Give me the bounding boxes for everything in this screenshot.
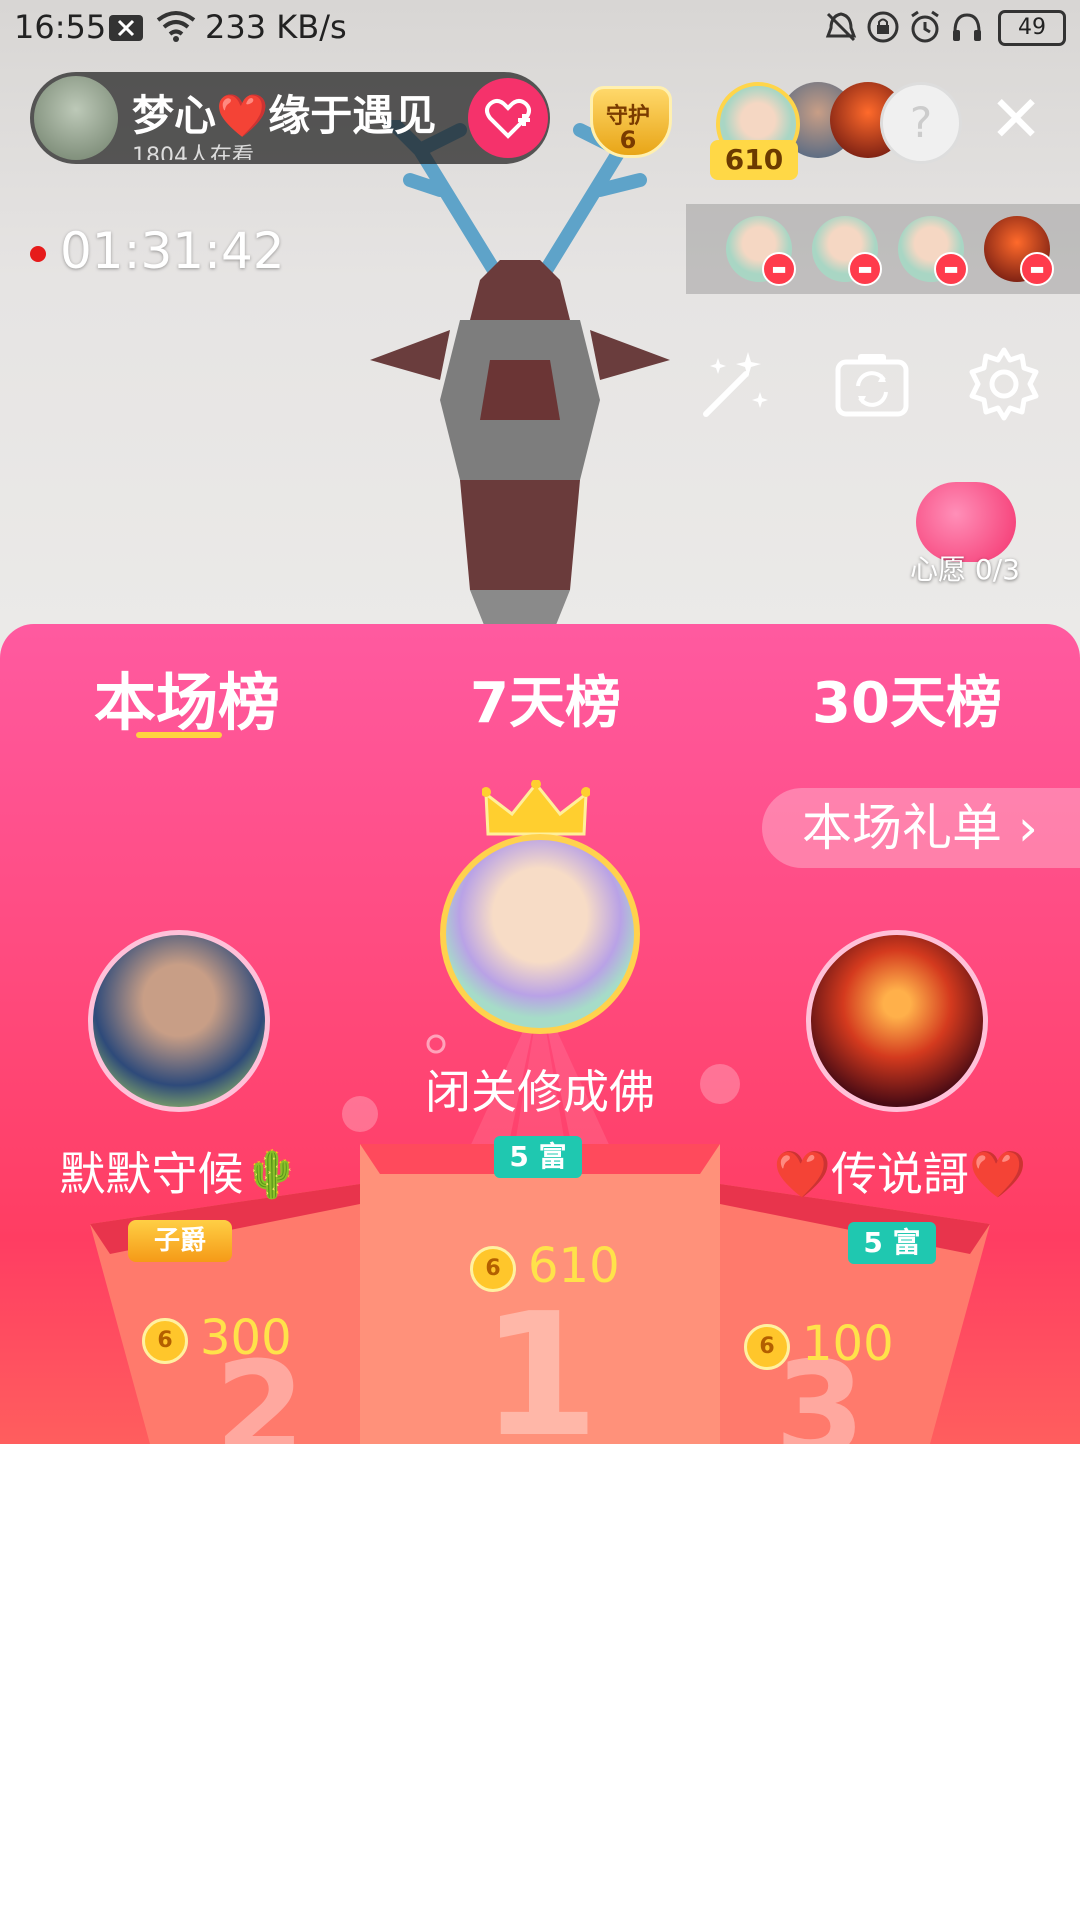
third-place-amount: 6 100	[744, 1316, 894, 1372]
second-place-name[interactable]: 默默守候🌵	[0, 1138, 360, 1204]
first-place-amount: 6 610	[470, 1238, 620, 1294]
sofa-icon: ▬	[934, 252, 968, 286]
seat-strip: ▬ ▬ ▬ ▬	[686, 204, 1080, 294]
sofa-icon: ▬	[848, 252, 882, 286]
magic-wand-icon[interactable]	[696, 344, 776, 424]
host-avatar[interactable]	[34, 76, 118, 160]
unknown-viewer-avatar[interactable]: ?	[880, 82, 962, 164]
live-timer: 01:31:42	[60, 222, 285, 280]
coin-icon: 6	[142, 1318, 188, 1364]
wish-widget[interactable]: 心愿 0/3	[906, 482, 1024, 586]
guard-count: 6	[619, 126, 637, 154]
viewer-count: 1804人在看	[132, 144, 254, 160]
coin-icon: 6	[744, 1324, 790, 1370]
mute-bell-icon	[825, 12, 857, 42]
third-place-level-badge: 5 富	[848, 1222, 936, 1264]
sofa-icon: ▬	[762, 252, 796, 286]
seat-avatar[interactable]: ▬	[984, 216, 1054, 286]
deer-head-decoration	[370, 120, 670, 640]
recording-dot	[30, 246, 46, 262]
host-name: 梦心❤️缘于遇见	[132, 91, 437, 140]
crown-icon	[482, 780, 590, 836]
close-box-icon	[109, 15, 143, 41]
switch-camera-icon[interactable]	[832, 344, 912, 424]
guard-badge[interactable]: 守护 6	[580, 80, 676, 164]
active-tab-indicator	[136, 732, 222, 738]
first-place-name[interactable]: 闭关修成佛	[340, 1056, 740, 1122]
second-place-amount: 6 300	[142, 1310, 292, 1366]
coin-icon: 6	[470, 1246, 516, 1292]
status-time: 16:55	[14, 8, 107, 46]
heart-plus-icon	[485, 99, 531, 139]
third-place-name[interactable]: ❤️传说謌❤️	[720, 1138, 1080, 1204]
status-bar: 16:55 233 KB/s 49	[0, 0, 1080, 56]
seat-avatar[interactable]: ▬	[812, 216, 882, 286]
first-place-avatar[interactable]	[440, 834, 640, 1034]
first-place-level-badge: 5 富	[494, 1136, 582, 1178]
live-video-stage: 16:55 233 KB/s 49 梦心❤️缘于遇见 1804人在看 守护 6 …	[0, 0, 1080, 700]
tab-30-days[interactable]: 30天榜	[812, 658, 1002, 739]
alarm-icon	[911, 10, 939, 43]
podium-number-1: 1	[481, 1277, 599, 1444]
leaderboard-list-sheet	[0, 1444, 1080, 1920]
settings-gear-icon[interactable]	[964, 344, 1044, 424]
close-icon[interactable]: ✕	[986, 88, 1046, 152]
gift-list-button[interactable]: 本场礼单 ›	[762, 788, 1080, 868]
headphones-icon	[953, 13, 981, 41]
tab-current-session[interactable]: 本场榜	[94, 652, 280, 742]
follow-button[interactable]	[468, 78, 548, 158]
tab-7-days[interactable]: 7天榜	[470, 658, 621, 739]
network-speed: 233 KB/s	[205, 8, 347, 46]
seat-avatar[interactable]: ▬	[726, 216, 796, 286]
battery-icon: 49	[998, 10, 1066, 46]
wifi-icon	[156, 11, 196, 42]
host-info-pill[interactable]: 梦心❤️缘于遇见 1804人在看	[30, 72, 550, 164]
second-place-avatar[interactable]	[88, 930, 270, 1112]
wish-label: 心愿 0/3	[910, 553, 1020, 586]
top-viewer-coins: 610	[710, 140, 798, 180]
third-place-avatar[interactable]	[806, 930, 988, 1112]
rotation-lock-icon	[867, 11, 899, 43]
sofa-icon: ▬	[1020, 252, 1054, 286]
leaderboard-panel: 本场榜 7天榜 30天榜 本场礼单 › 1 2 3 闭关修成佛 5 富 6 610…	[0, 624, 1080, 1444]
second-place-rank-badge: 子爵	[128, 1220, 232, 1262]
seat-avatar[interactable]: ▬	[898, 216, 968, 286]
